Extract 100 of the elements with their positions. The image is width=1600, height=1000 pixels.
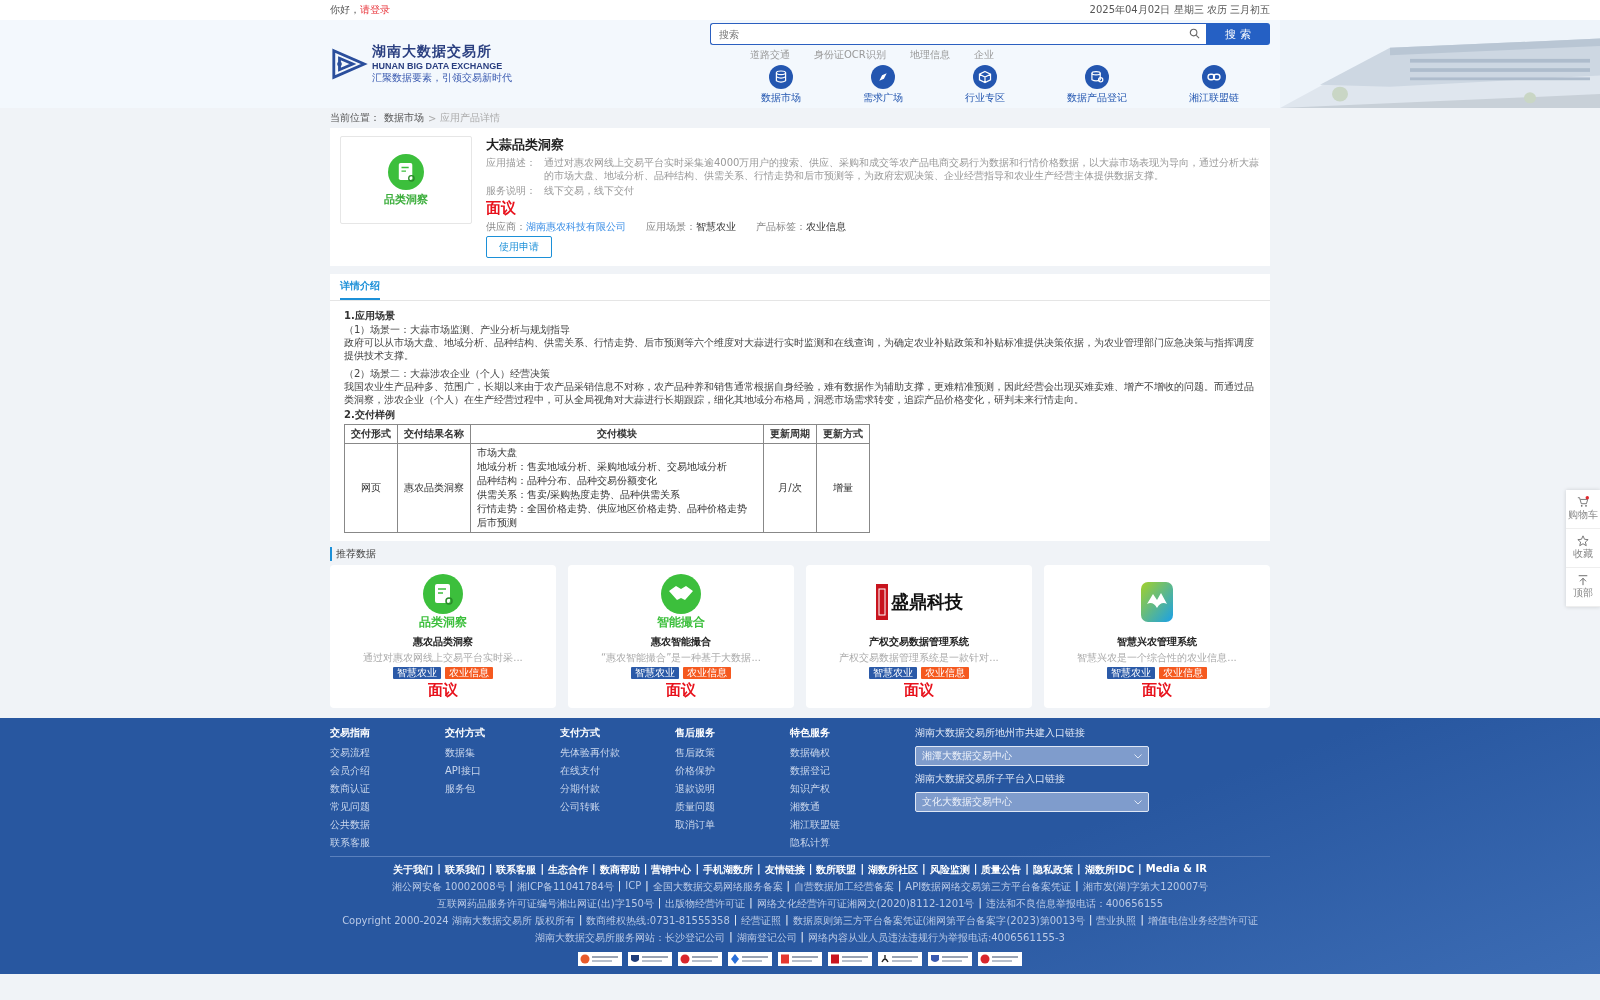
legal-text: ICP — [625, 880, 642, 893]
tag: 农业信息 — [1159, 667, 1207, 679]
footer-link[interactable]: 湘数通 — [790, 800, 820, 814]
card-summary: 通过对惠农网线上交易平台实时采... — [363, 651, 523, 665]
footer-link[interactable]: 数商帮助 — [599, 863, 640, 877]
footer-link[interactable]: 风险监测 — [929, 863, 970, 877]
tag: 农业信息 — [921, 667, 969, 679]
nav-link[interactable]: 湘江联盟链 — [1189, 65, 1239, 105]
footer-link[interactable]: 隐私政策 — [1033, 863, 1073, 877]
footer-link[interactable]: 关于我们 — [393, 863, 434, 877]
footer-link[interactable]: Media & IR — [1145, 863, 1207, 877]
footer-link[interactable]: 手机湖数所 — [703, 863, 754, 877]
legal-text: 湖南登记公司 — [736, 931, 797, 945]
footer-link[interactable]: 取消订单 — [675, 818, 715, 832]
footer-link[interactable]: 会员介绍 — [330, 764, 370, 778]
supplier-link[interactable]: 湖南惠农科技有限公司 — [526, 221, 626, 232]
separator: | — [800, 931, 804, 945]
separator: | — [643, 863, 648, 877]
table-cell: 惠农品类洞察 — [404, 482, 464, 493]
legal-text: 全国大数据交易网络服务备案 — [652, 880, 783, 894]
footer-link[interactable]: 数商认证 — [330, 782, 370, 796]
table-cell-line: 后市预测 — [477, 516, 518, 530]
footer-link[interactable]: 联系客服 — [330, 836, 370, 850]
legal-text: API数据网络交易第三方平台备案凭证 — [905, 880, 1072, 894]
field-label: 服务说明： — [486, 184, 537, 197]
nav-link[interactable]: 数据市场 — [761, 65, 801, 105]
footer-link[interactable]: 知识产权 — [790, 782, 830, 796]
side-link[interactable]: 顶部 — [1566, 568, 1600, 607]
breadcrumb-link[interactable]: 数据市场 — [384, 111, 424, 125]
search-button[interactable]: 搜 索 — [1206, 23, 1270, 45]
product-title: 大蒜品类洞察 — [486, 136, 564, 154]
hot-word-link[interactable]: 地理信息 — [909, 48, 950, 62]
footer-link[interactable]: 交易流程 — [330, 746, 370, 760]
product-card[interactable]: 品类洞察 惠农品类洞察 通过对惠农网线上交易平台实时采... 智慧农业 农业信息 面议 — [330, 565, 556, 708]
nav-link[interactable]: 数据产品登记 — [1067, 65, 1127, 105]
certification-badge[interactable] — [878, 952, 922, 966]
portal-heading: 湖南大数据交易所地州市共建入口链接 — [915, 726, 1086, 740]
footer-link[interactable]: 湘江联盟链 — [790, 818, 840, 832]
side-link[interactable]: 购物车 — [1566, 490, 1600, 529]
footer-link[interactable]: 质量公告 — [981, 863, 1022, 877]
seal-icon — [875, 584, 888, 620]
legal-text: 湘市发(湖)字第大120007号 — [1082, 880, 1209, 894]
nav-link[interactable]: 行业专区 — [965, 65, 1005, 105]
database-icon — [769, 65, 793, 89]
price-text: 面议 — [666, 681, 696, 700]
apply-button[interactable]: 使用申请 — [486, 236, 552, 258]
footer-link[interactable]: 湖数所IDC — [1084, 863, 1135, 877]
footer-link[interactable]: 服务包 — [445, 782, 475, 796]
footer-link[interactable]: 数据确权 — [790, 746, 830, 760]
footer-link[interactable]: 联系客服 — [496, 863, 537, 877]
login-link[interactable]: 请登录 — [360, 4, 390, 15]
hot-word-link[interactable]: 道路交通 — [750, 48, 790, 62]
footer-link[interactable]: 先体验再付款 — [560, 746, 620, 760]
separator: | — [1140, 914, 1144, 928]
footer-link[interactable]: 数据集 — [445, 746, 475, 760]
hot-word-link[interactable]: 身份证OCR识别 — [814, 48, 886, 62]
certification-badge[interactable] — [978, 952, 1022, 966]
footer-link[interactable]: 退款说明 — [675, 782, 715, 796]
tab[interactable]: 详情介绍 — [340, 274, 380, 300]
footer-link[interactable]: 在线支付 — [560, 764, 600, 778]
tag: 智慧农业 — [869, 667, 917, 679]
separator: | — [757, 863, 761, 877]
footer-link[interactable]: 分期付款 — [560, 782, 600, 796]
footer-link[interactable]: 友情链接 — [764, 863, 805, 877]
tag: 农业信息 — [445, 667, 493, 679]
footer-link[interactable]: 联系我们 — [444, 863, 485, 877]
footer-link[interactable]: 常见问题 — [330, 800, 370, 814]
separator: | — [1077, 863, 1081, 877]
certification-badge[interactable] — [828, 952, 872, 966]
hot-word-link[interactable]: 企业 — [973, 48, 994, 62]
table-cell: 月/次 — [778, 482, 802, 493]
footer-link[interactable]: 营销中心 — [651, 863, 692, 877]
separator: | — [922, 863, 926, 877]
tag: 智慧农业 — [393, 667, 441, 679]
search-field[interactable]: 搜索 — [710, 23, 1206, 45]
footer-link[interactable]: API接口 — [445, 764, 481, 778]
portal-select[interactable]: 湘潭大数据交易中心 — [915, 746, 1149, 766]
tag: 智慧农业 — [631, 667, 679, 679]
footer-link[interactable]: 价格保护 — [675, 764, 715, 778]
footer-link[interactable]: 质量问题 — [675, 800, 715, 814]
legal-text: 数据原则第三方平台备案凭证(湘网第平台备案字(2023)第0013号 — [792, 914, 1086, 928]
side-link[interactable]: 收藏 — [1566, 529, 1600, 568]
footer-link[interactable]: 湖数所社区 — [868, 863, 919, 877]
certification-badge[interactable] — [928, 952, 972, 966]
footer-link[interactable]: 公司转账 — [560, 800, 600, 814]
certification-badge[interactable] — [678, 952, 722, 966]
footer-link[interactable]: 售后政策 — [675, 746, 715, 760]
footer-link[interactable]: 公共数据 — [330, 818, 370, 832]
certification-badge[interactable] — [628, 952, 672, 966]
footer-link[interactable]: 数所联盟 — [816, 863, 857, 877]
nav-link[interactable]: 需求广场 — [863, 65, 903, 105]
footer-link[interactable]: 隐私计算 — [790, 836, 830, 850]
certification-badge[interactable] — [728, 952, 772, 966]
footer-heading: 特色服务 — [790, 726, 830, 740]
portal-select[interactable]: 文化大数据交易中心 — [915, 792, 1149, 812]
paragraph: （1）场景一：大蒜市场监测、产业分析与规划指导 — [344, 323, 571, 336]
footer-link[interactable]: 生态合作 — [548, 863, 589, 877]
footer-link[interactable]: 数据登记 — [790, 764, 830, 778]
logo-slogan: 汇聚数据要素，引领交易新时代 — [372, 71, 512, 85]
stack-icon — [1085, 65, 1109, 89]
